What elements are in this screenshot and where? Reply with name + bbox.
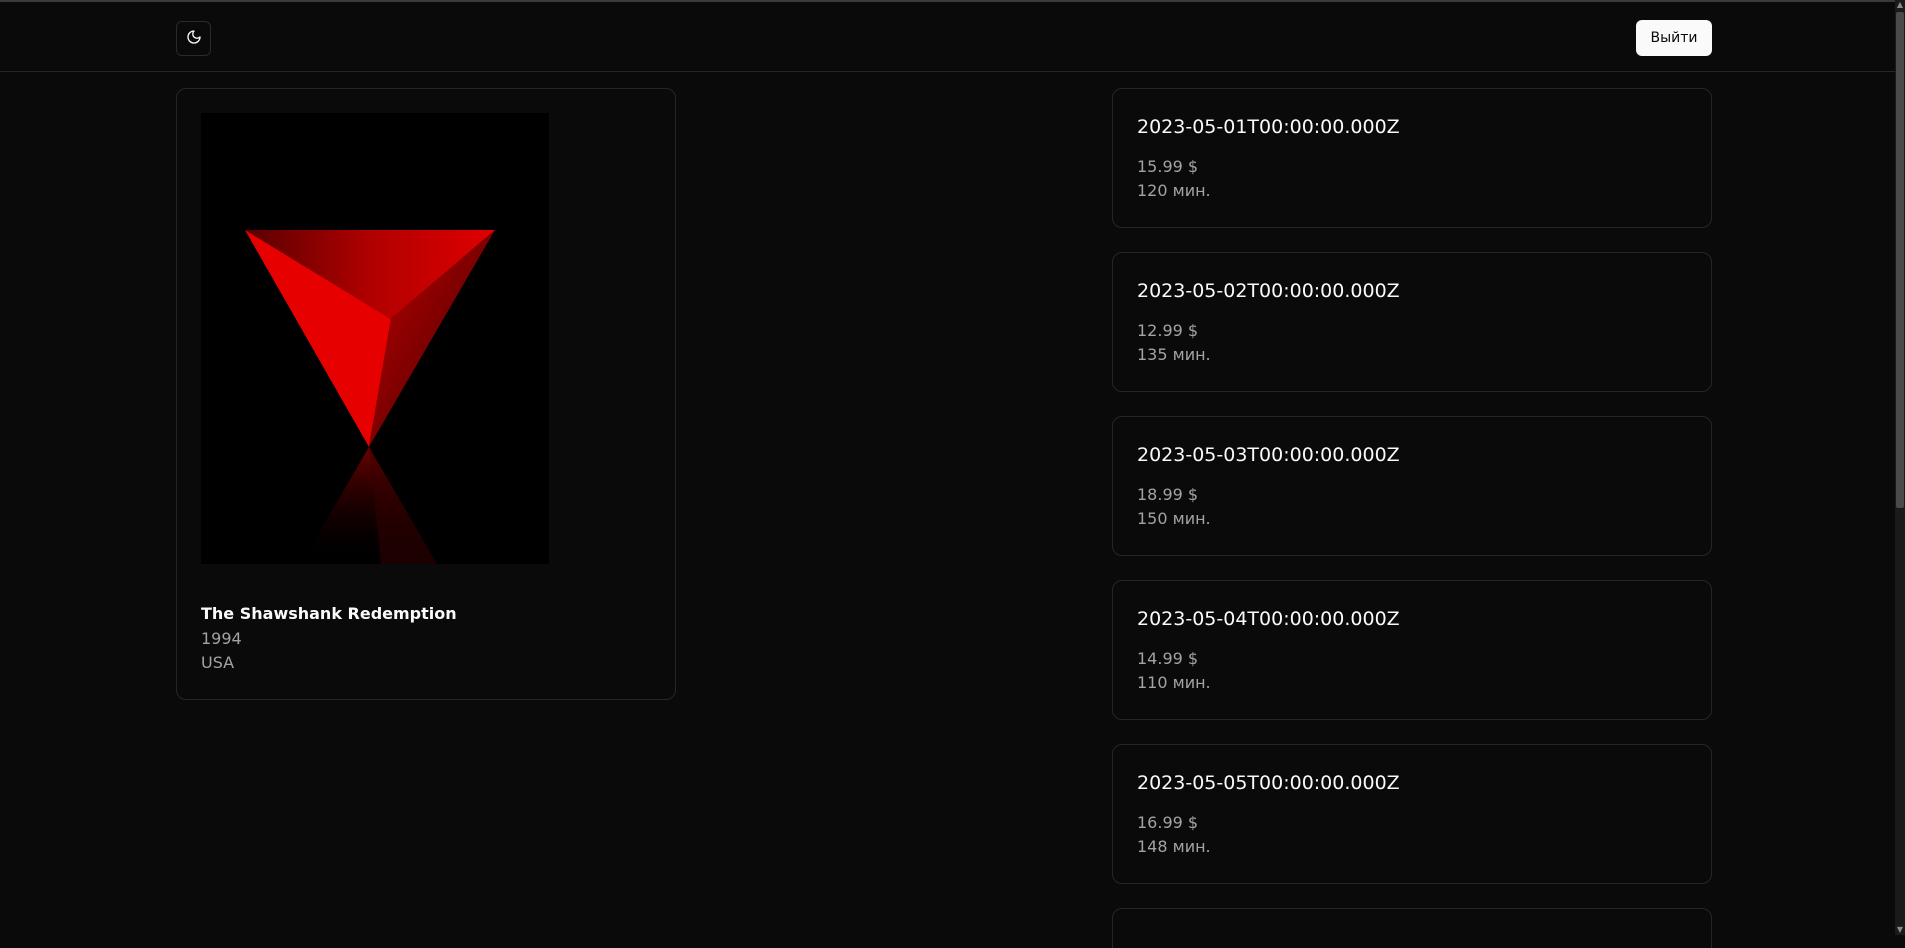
session-card[interactable]: 2023-05-02T00:00:00.000Z 12.99 $ 135 мин… [1112,252,1712,392]
session-price: 15.99 $ [1137,157,1199,176]
session-price: 18.99 $ [1137,485,1199,504]
session-date: 2023-05-04T00:00:00.000Z [1137,608,1400,630]
movie-card: The Shawshank Redemption 1994 USA [176,88,676,700]
moon-icon [186,29,202,48]
session-card[interactable]: 2023-05-03T00:00:00.000Z 18.99 $ 150 мин… [1112,416,1712,556]
session-duration: 150 мин. [1137,509,1211,528]
scrollbar-thumb[interactable] [1896,12,1904,508]
logout-button[interactable]: Выйти [1636,20,1712,56]
session-card[interactable]: 2023-05-01T00:00:00.000Z 15.99 $ 120 мин… [1112,88,1712,228]
movie-poster [201,113,549,564]
session-date: 2023-05-03T00:00:00.000Z [1137,444,1400,466]
session-duration: 135 мин. [1137,345,1211,364]
session-date: 2023-05-01T00:00:00.000Z [1137,116,1400,138]
session-price: 16.99 $ [1137,813,1199,832]
scroll-up-arrow-icon[interactable]: ▲ [1896,0,1904,10]
page-scrollbar[interactable]: ▲ ▼ [1895,0,1905,935]
session-price: 12.99 $ [1137,321,1199,340]
session-date: 2023-05-02T00:00:00.000Z [1137,280,1400,302]
session-date: 2023-05-05T00:00:00.000Z [1137,772,1400,794]
session-card[interactable]: 2023-05-05T00:00:00.000Z 16.99 $ 148 мин… [1112,744,1712,884]
session-duration: 110 мин. [1137,673,1211,692]
scroll-down-arrow-icon[interactable]: ▼ [1896,925,1904,935]
theme-toggle-button[interactable] [176,21,211,56]
movie-year: 1994 [201,629,242,648]
session-duration: 120 мин. [1137,181,1211,200]
session-card[interactable]: 2023-05-04T00:00:00.000Z 14.99 $ 110 мин… [1112,580,1712,720]
app-header: Выйти [0,2,1895,72]
session-price: 14.99 $ [1137,649,1199,668]
movie-title: The Shawshank Redemption [201,604,457,623]
movie-country: USA [201,653,235,672]
session-card-partial[interactable] [1112,908,1712,948]
session-duration: 148 мин. [1137,837,1211,856]
